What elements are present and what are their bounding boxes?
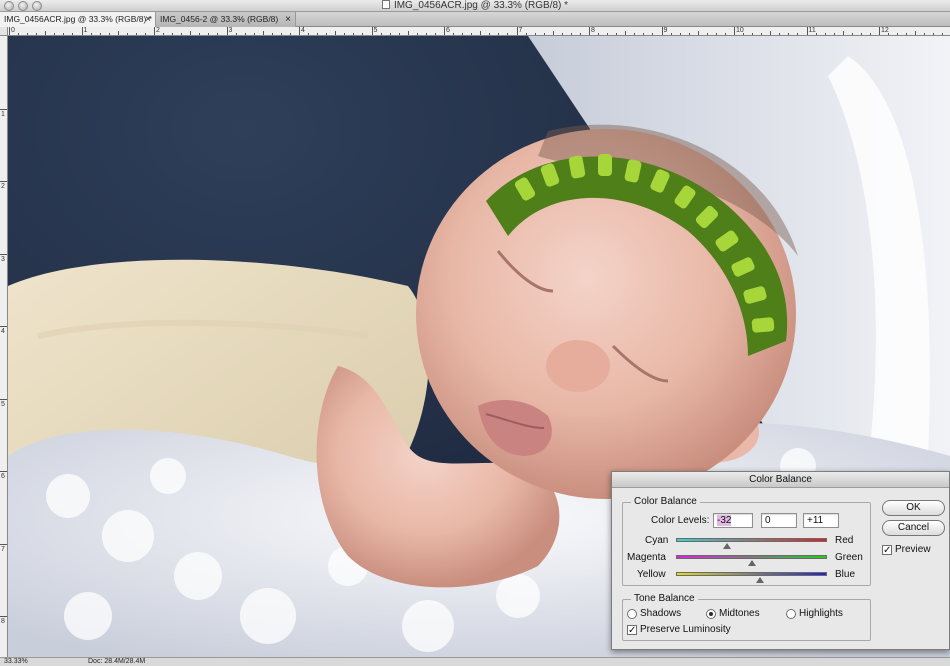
ruler-major-tick	[9, 27, 10, 35]
yellow-blue-level-value: +11	[807, 515, 824, 526]
ruler-number: 2	[1, 183, 5, 190]
preview-label: Preview	[895, 544, 931, 555]
ruler-major-tick	[0, 616, 7, 617]
doc-size[interactable]: Doc: 28.4M/28.4M	[88, 658, 145, 666]
group-legend: Color Balance	[631, 496, 700, 507]
close-icon[interactable]: ×	[285, 12, 291, 27]
ruler-number: 0	[11, 27, 15, 34]
color-levels-label: Color Levels:	[651, 515, 710, 526]
magenta-label: Magenta	[627, 552, 666, 563]
ruler-major-tick	[806, 27, 808, 35]
checkmark-icon: ✓	[628, 625, 637, 636]
ruler-number: 1	[1, 110, 5, 118]
ok-button[interactable]: OK	[882, 500, 945, 516]
yellow-blue-level-input[interactable]: +11	[803, 513, 839, 528]
preserve-luminosity-label: Preserve Luminosity	[640, 624, 731, 635]
ruler-number: 2	[156, 27, 160, 34]
ruler-major-tick	[0, 326, 7, 327]
ruler-number: 5	[1, 400, 5, 408]
ruler-number: 4	[1, 328, 5, 335]
highlights-radio[interactable]	[786, 609, 796, 619]
window-title-text: IMG_0456ACR.jpg @ 33.3% (RGB/8) *	[393, 0, 569, 11]
yellow-label: Yellow	[637, 569, 666, 580]
shadows-radio[interactable]	[627, 609, 637, 619]
slider-thumb-icon[interactable]	[747, 560, 756, 566]
ruler-origin[interactable]	[0, 27, 8, 36]
window-title: IMG_0456ACR.jpg @ 33.3% (RGB/8) *	[0, 0, 950, 12]
ruler-major-tick	[444, 27, 445, 35]
horizontal-ruler[interactable]: 0 1 2 3 4 5 6 7 8 9 10 11 12	[8, 27, 950, 36]
cyan-label: Cyan	[645, 535, 669, 546]
ruler-number: 3	[1, 255, 5, 263]
shadows-label: Shadows	[640, 608, 682, 619]
group-legend: Tone Balance	[631, 593, 698, 604]
yellow-blue-slider[interactable]	[676, 572, 827, 576]
ruler-major-tick	[0, 543, 7, 545]
ruler-major-tick	[661, 27, 663, 35]
tab-img-0456acr[interactable]: IMG_0456ACR.jpg @ 33.3% (RGB/8) * ×	[0, 12, 156, 27]
document-tab-bar: IMG_0456ACR.jpg @ 33.3% (RGB/8) * × IMG_…	[0, 12, 950, 27]
zoom-level[interactable]: 33.33%	[4, 658, 28, 666]
preserve-luminosity-checkbox[interactable]: ✓	[627, 625, 637, 636]
magenta-green-slider[interactable]	[676, 555, 827, 559]
ruler-major-tick	[0, 398, 7, 400]
ruler-number: 8	[1, 618, 5, 625]
ruler-major-tick	[81, 27, 83, 35]
ruler-major-tick	[0, 253, 7, 255]
highlights-label: Highlights	[799, 608, 843, 619]
ruler-major-tick	[589, 27, 590, 35]
ruler-number: 6	[446, 27, 450, 34]
document-icon	[381, 0, 390, 9]
vertical-ruler[interactable]: 1 2 3 4 5 6 7 8	[0, 27, 8, 657]
cancel-button[interactable]: Cancel	[882, 520, 945, 536]
midtones-label: Midtones	[719, 608, 760, 619]
ruler-number: 1	[83, 27, 88, 34]
color-balance-group: Color Balance Color Levels: -32 0 +11 Cy…	[622, 496, 871, 586]
color-balance-dialog: Color Balance Color Balance Color Levels…	[611, 471, 950, 650]
tab-img-0456-2[interactable]: IMG_0456-2 @ 33.3% (RGB/8) ×	[156, 12, 296, 27]
ruler-major-tick	[734, 27, 735, 35]
slider-thumb-icon[interactable]	[755, 577, 764, 583]
cyan-red-level-input[interactable]: -32	[713, 513, 753, 528]
checkmark-icon: ✓	[883, 545, 892, 556]
ruler-major-tick	[226, 27, 228, 35]
window-title-bar: IMG_0456ACR.jpg @ 33.3% (RGB/8) *	[0, 0, 950, 12]
magenta-green-level-value: 0	[765, 515, 771, 526]
dialog-title[interactable]: Color Balance	[612, 472, 949, 488]
ruler-number: 6	[1, 473, 5, 480]
ruler-number: 9	[663, 27, 668, 34]
midtones-radio[interactable]	[706, 609, 716, 619]
ruler-major-tick	[0, 108, 7, 110]
tab-label: IMG_0456ACR.jpg @ 33.3% (RGB/8) *	[4, 14, 152, 24]
ruler-number: 4	[301, 27, 305, 34]
blue-label: Blue	[835, 569, 856, 580]
cyan-red-slider[interactable]	[676, 538, 827, 542]
status-bar: 33.33% Doc: 28.4M/28.4M	[0, 657, 950, 666]
ruler-number: 5	[373, 27, 378, 34]
ruler-number: 8	[591, 27, 595, 34]
tab-label: IMG_0456-2 @ 33.3% (RGB/8)	[160, 14, 279, 24]
ruler-major-tick	[516, 27, 518, 35]
magenta-green-level-input[interactable]: 0	[761, 513, 797, 528]
slider-thumb-icon[interactable]	[723, 543, 732, 549]
cyan-red-level-value: -32	[717, 515, 732, 526]
tone-balance-group: Tone Balance Shadows Midtones Highlights…	[622, 593, 871, 641]
ruler-number: 7	[1, 545, 5, 553]
ruler-major-tick	[371, 27, 373, 35]
ruler-major-tick	[0, 181, 7, 182]
ruler-number: 3	[228, 27, 233, 34]
preview-checkbox[interactable]: ✓	[882, 545, 892, 556]
ruler-major-tick	[0, 471, 7, 472]
close-icon[interactable]: ×	[145, 12, 151, 27]
ruler-number: 7	[518, 27, 523, 34]
green-label: Green	[835, 552, 863, 563]
ruler-major-tick	[299, 27, 300, 35]
ruler-major-tick	[879, 27, 880, 35]
red-label: Red	[835, 535, 854, 546]
ruler-major-tick	[154, 27, 155, 35]
